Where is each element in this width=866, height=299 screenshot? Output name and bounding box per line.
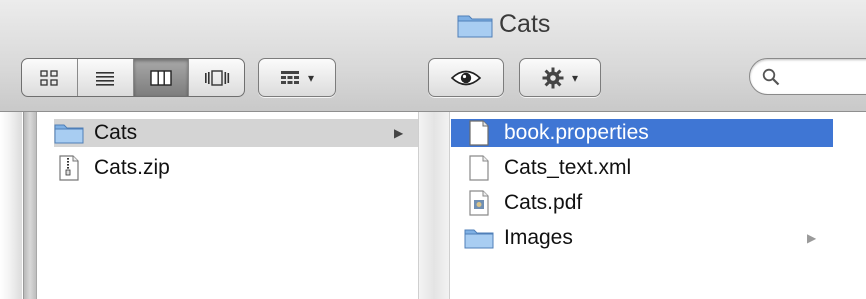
item-name: Cats.zip — [94, 156, 170, 179]
list-item[interactable]: Cats.pdf — [451, 189, 833, 217]
column-1: Cats ▶ Cats.zip — [38, 112, 418, 299]
list-item[interactable]: Images ▶ — [451, 224, 833, 252]
grid-icon — [40, 69, 59, 86]
list-item[interactable]: Cats_text.xml — [451, 154, 833, 182]
item-name: Images — [504, 226, 573, 249]
item-name: book.properties — [504, 121, 649, 144]
columns-icon — [150, 69, 172, 86]
quick-look-button[interactable] — [428, 58, 504, 97]
action-button[interactable]: ▾ — [519, 58, 601, 97]
document-icon — [464, 120, 494, 146]
cover-flow-view-button[interactable] — [189, 59, 244, 96]
item-name: Cats.pdf — [504, 191, 583, 214]
list-view-button[interactable] — [78, 59, 134, 96]
arrange-button[interactable]: ▾ — [258, 58, 336, 97]
chevron-down-icon: ▾ — [307, 70, 315, 85]
item-name: Cats — [94, 121, 138, 144]
window-title-text: Cats — [499, 10, 551, 38]
column-browser: Cats ▶ Cats.zip book.properties Cats_tex… — [0, 112, 866, 299]
column-divider[interactable] — [418, 112, 450, 299]
item-name: Cats_text.xml — [504, 156, 632, 179]
search-icon — [762, 68, 780, 86]
list-icon — [96, 71, 115, 86]
list-item[interactable]: book.properties — [451, 119, 833, 147]
finder-toolbar: Cats ▾ ▾ — [0, 0, 866, 112]
eye-icon — [451, 70, 481, 85]
document-icon — [464, 155, 494, 181]
zip-icon — [54, 155, 84, 181]
icon-view-button[interactable] — [22, 59, 78, 96]
search-input[interactable] — [788, 65, 862, 89]
pdf-icon — [464, 190, 494, 216]
view-mode-control — [21, 58, 245, 97]
chevron-down-icon: ▾ — [571, 70, 579, 85]
disclosure-arrow-icon: ▶ — [394, 126, 404, 140]
folder-icon — [54, 121, 84, 145]
arrange-icon — [280, 70, 299, 84]
folder-icon — [464, 226, 494, 250]
window-title: Cats — [457, 10, 550, 39]
list-item[interactable]: Cats.zip — [54, 154, 418, 182]
column-edge — [0, 112, 22, 299]
column-scrollbar[interactable] — [23, 112, 37, 299]
list-item[interactable]: Cats ▶ — [54, 119, 418, 147]
disclosure-arrow-icon: ▶ — [807, 231, 817, 245]
column-view-button[interactable] — [133, 59, 190, 96]
gear-icon — [542, 67, 564, 88]
coverflow-icon — [204, 69, 229, 86]
search-field[interactable] — [749, 58, 866, 95]
folder-icon — [457, 15, 493, 37]
column-2: book.properties Cats_text.xml Cats.pdf I… — [451, 112, 866, 299]
